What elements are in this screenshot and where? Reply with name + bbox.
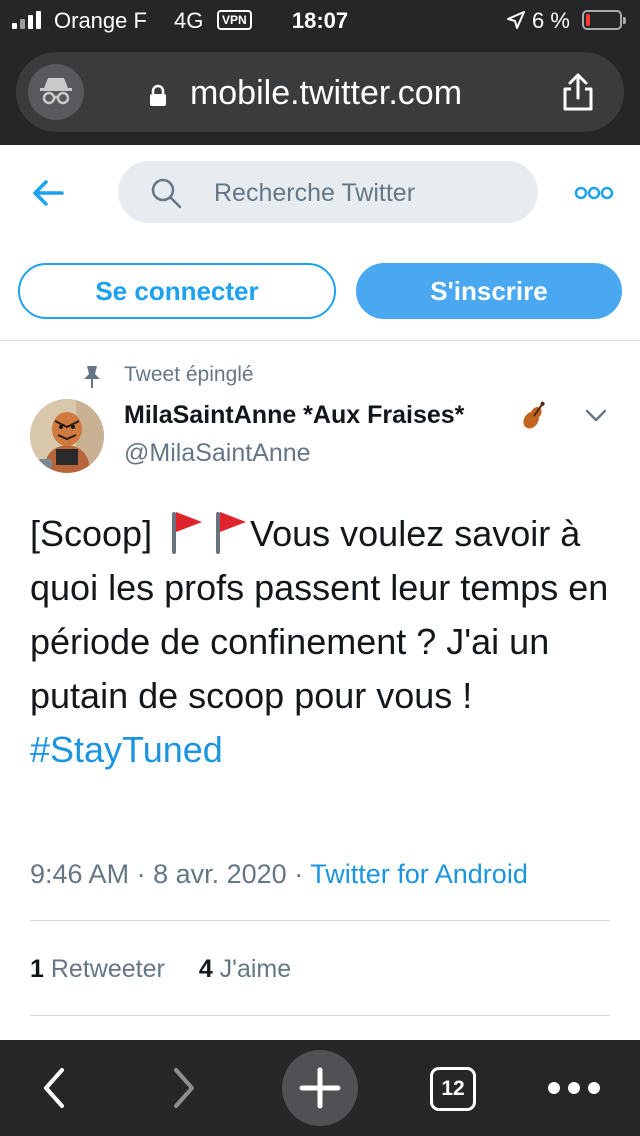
retweet-label: Retweeter (50, 955, 165, 983)
likes-stat[interactable]: 4 J'aime (199, 955, 291, 983)
address-bar[interactable]: mobile.twitter.com (16, 52, 624, 132)
divider (30, 1015, 610, 1016)
divider (30, 920, 610, 921)
hashtag-link[interactable]: #StayTuned (30, 729, 223, 770)
search-placeholder: Recherche Twitter (214, 179, 416, 207)
battery-percent: 6 % (532, 8, 570, 33)
forward-icon[interactable] (166, 1064, 202, 1112)
search-icon (151, 178, 182, 209)
pin-icon (84, 366, 100, 388)
violin-emoji-icon (523, 401, 545, 429)
new-tab-icon (299, 1067, 341, 1109)
location-icon (507, 11, 525, 29)
meta-separator: · (136, 859, 146, 889)
tweet-text-start: [Scoop] (30, 513, 153, 554)
tweet-source-link[interactable]: Twitter for Android (310, 859, 528, 889)
login-button[interactable]: Se connecter (18, 263, 336, 319)
retweets-stat[interactable]: 1 Retweeter (30, 955, 165, 983)
battery-icon (582, 10, 626, 30)
chevron-down-icon[interactable] (584, 407, 608, 423)
more-options-icon[interactable] (574, 185, 614, 201)
back-arrow-icon[interactable] (30, 175, 66, 211)
browser-bottom-toolbar: 12 (0, 1040, 640, 1136)
search-input[interactable]: Recherche Twitter (118, 161, 538, 223)
tweet-meta: 9:46 AM · 8 avr. 2020 · Twitter for Andr… (30, 859, 528, 890)
tweet-date: 8 avr. 2020 (153, 859, 287, 889)
retweet-count: 1 (30, 955, 44, 983)
avatar[interactable] (30, 399, 104, 473)
divider (0, 340, 640, 341)
more-icon[interactable] (546, 1078, 602, 1098)
meta-separator: · (294, 859, 304, 889)
twitter-page: Recherche Twitter Se connecter S'inscrir… (0, 145, 640, 1040)
new-tab-button[interactable] (282, 1050, 358, 1126)
pinned-label: Tweet épinglé (124, 363, 254, 386)
back-icon[interactable] (36, 1064, 72, 1112)
red-flag-icon (216, 512, 247, 554)
signup-button[interactable]: S'inscrire (356, 263, 622, 319)
browser-top-bar: Orange F 4G VPN 18:07 6 % mobile.twitter… (0, 0, 640, 145)
url-text[interactable]: mobile.twitter.com (16, 74, 624, 113)
status-bar: Orange F 4G VPN 18:07 6 % (0, 0, 640, 42)
author-name[interactable]: MilaSaintAnne *Aux Fraises* (124, 401, 464, 430)
share-icon[interactable] (556, 70, 600, 114)
tweet-stats: 1 Retweeter 4 J'aime (30, 955, 291, 984)
tweet-text: [Scoop] Vous voulez savoir à quoi les pro… (30, 507, 620, 777)
red-flag-icon (172, 512, 203, 554)
like-label: J'aime (219, 955, 292, 983)
tweet-time: 9:46 AM (30, 859, 130, 889)
author-handle[interactable]: @MilaSaintAnne (124, 439, 311, 468)
like-count: 4 (198, 955, 213, 983)
tabs-icon[interactable]: 12 (430, 1067, 476, 1111)
